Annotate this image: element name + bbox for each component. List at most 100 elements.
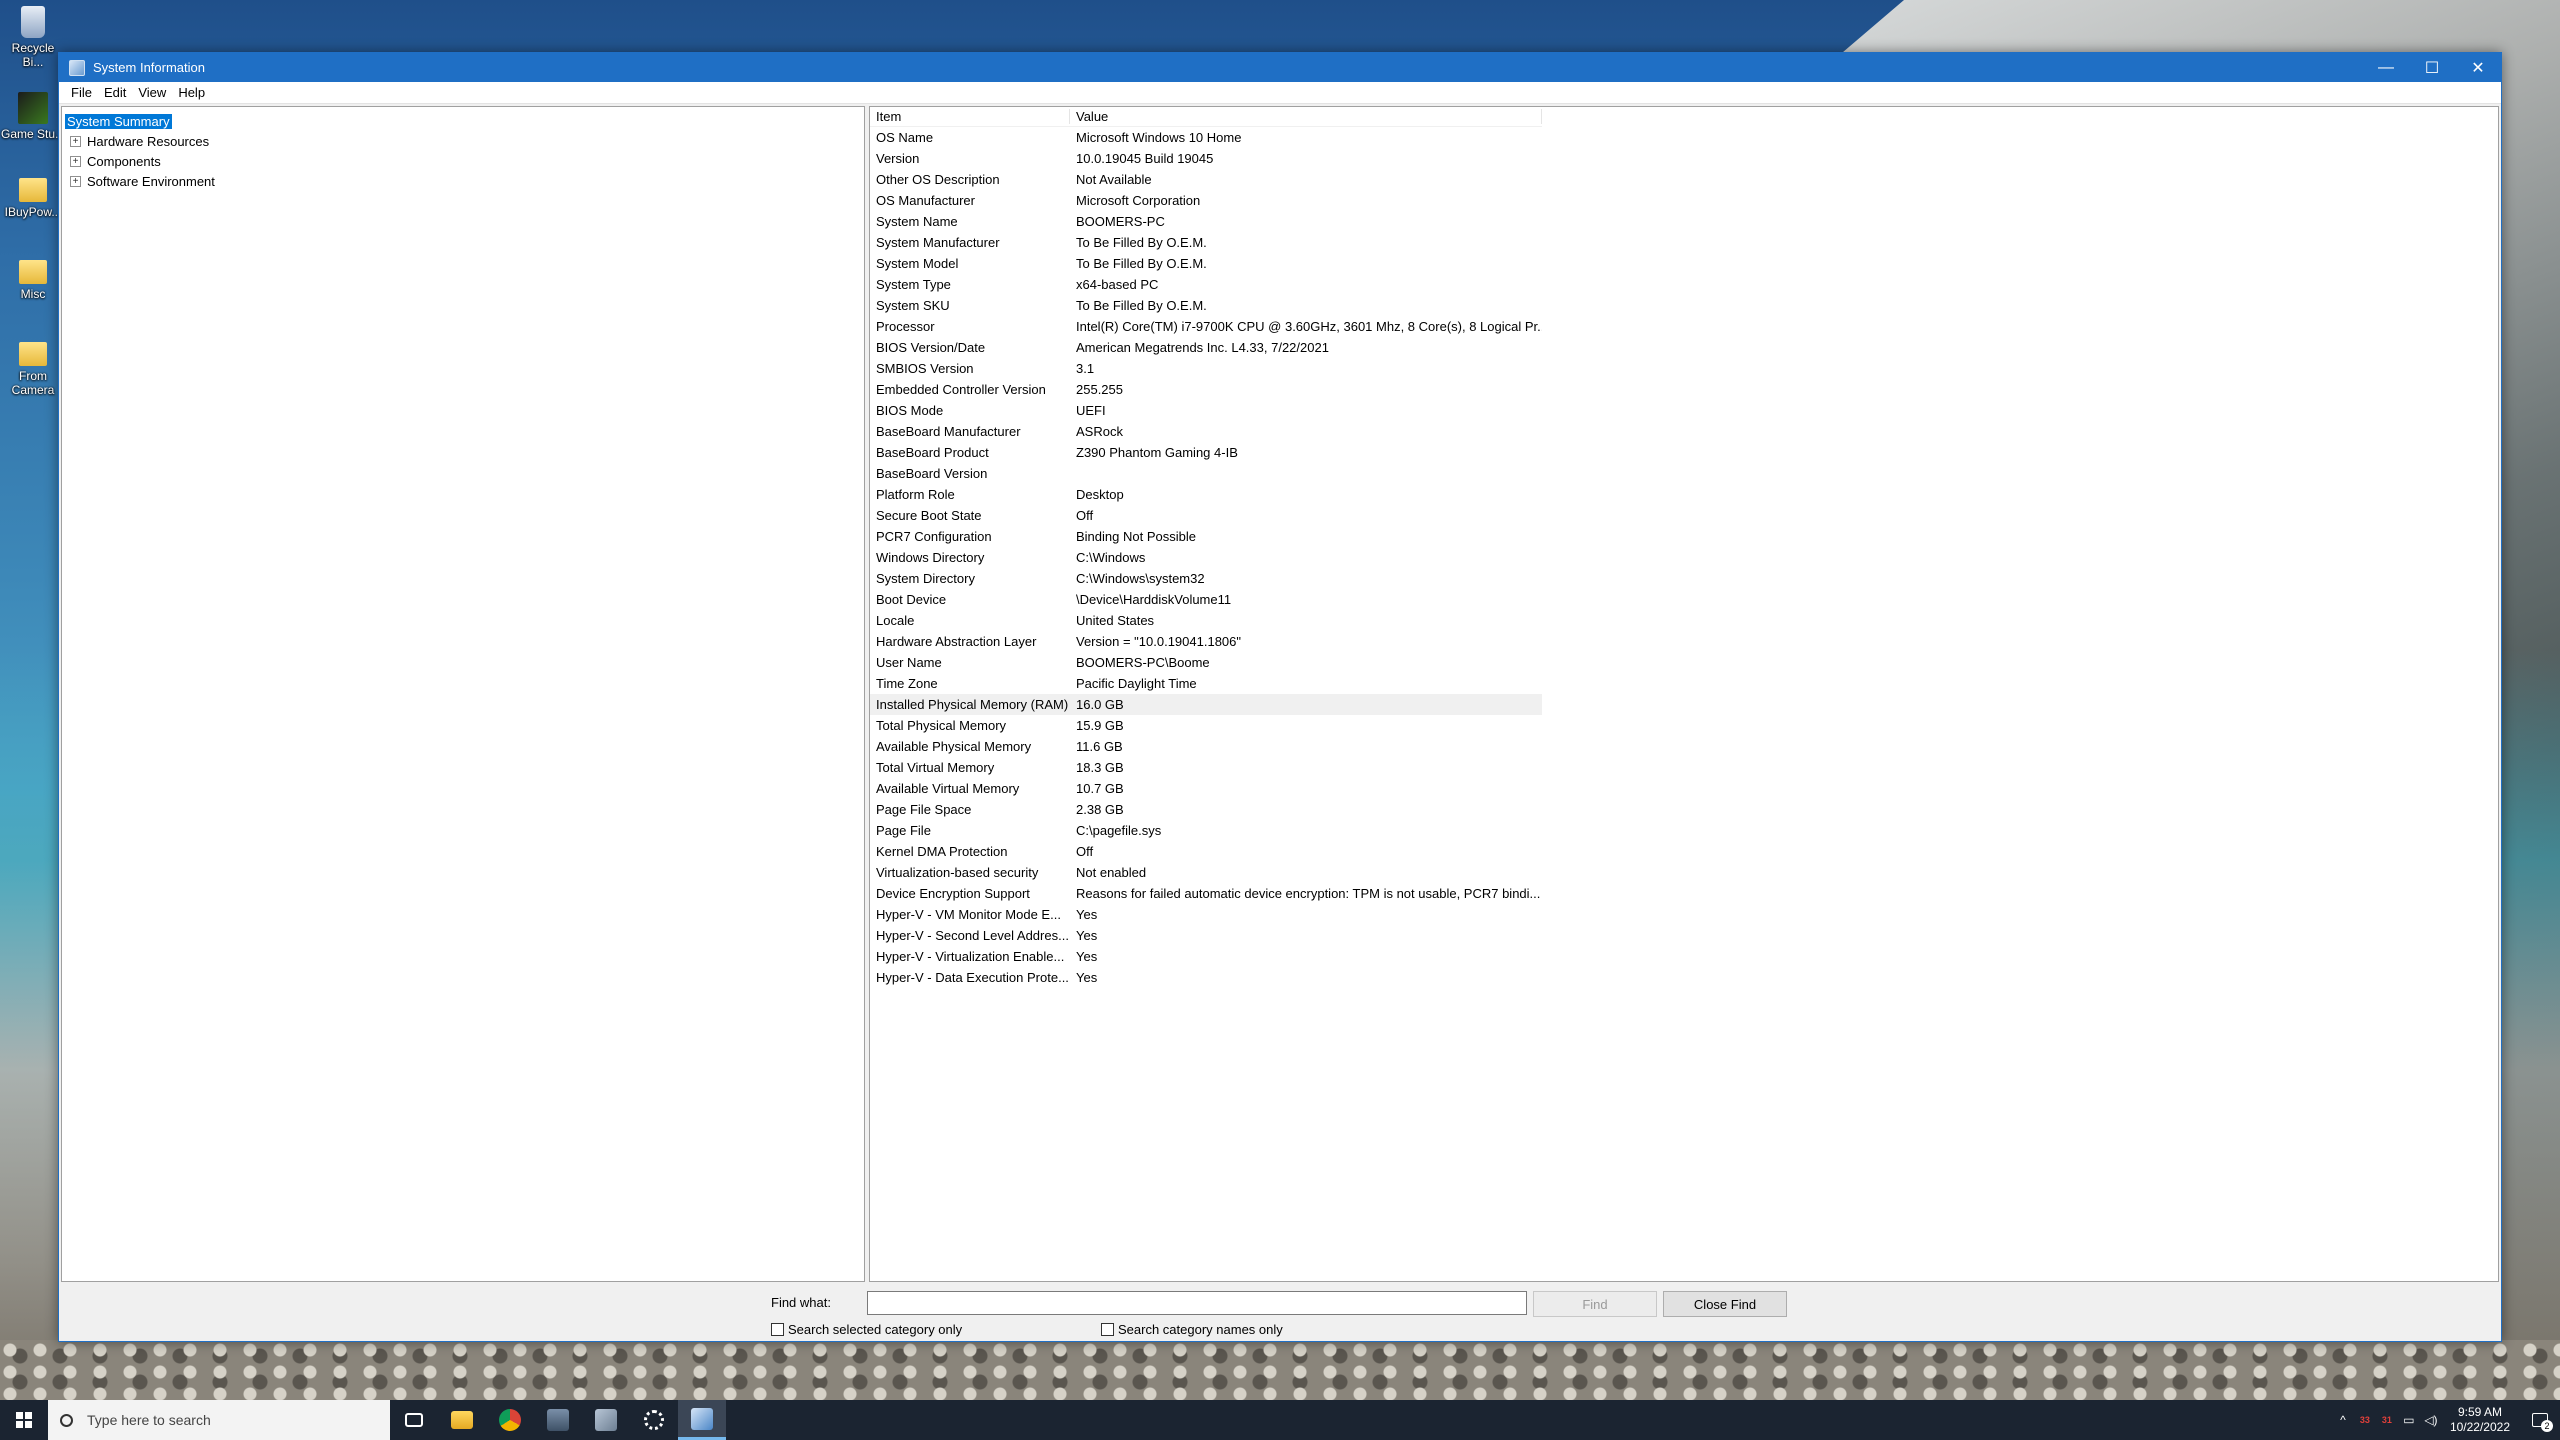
system-information-window: System Information — ☐ ✕ File Edit View … (58, 52, 2502, 1342)
list-item[interactable]: Device Encryption Support Reasons for fai… (870, 883, 1542, 904)
column-header-value[interactable]: Value (1070, 109, 1542, 124)
list-item[interactable]: Total Physical Memory 15.9 GB (870, 715, 1542, 736)
gpu-temp-indicator[interactable]: 31 (2376, 1415, 2398, 1425)
list-item[interactable]: Total Virtual Memory 18.3 GB (870, 757, 1542, 778)
minimize-button[interactable]: — (2363, 53, 2409, 82)
list-item-name: Platform Role (876, 487, 955, 502)
list-item[interactable]: BaseBoard Version (870, 463, 1542, 484)
expand-icon[interactable]: + (70, 135, 81, 147)
list-item[interactable]: System Type x64-based PC (870, 274, 1542, 295)
expand-icon[interactable]: + (70, 155, 81, 167)
close-button[interactable]: ✕ (2455, 53, 2501, 82)
list-item[interactable]: Boot Device \Device\HarddiskVolume11 (870, 589, 1542, 610)
desktop-icon-misc[interactable]: Misc (0, 254, 66, 301)
list-item[interactable]: SMBIOS Version 3.1 (870, 358, 1542, 379)
menu-help[interactable]: Help (172, 85, 211, 100)
list-item[interactable]: Kernel DMA Protection Off (870, 841, 1542, 862)
summary-list[interactable]: Item Value OS Name Microsoft Windows 10 H… (870, 107, 1542, 988)
list-item[interactable]: OS Manufacturer Microsoft Corporation (870, 190, 1542, 211)
desktop-icon-label: Recycle Bi... (11, 41, 55, 69)
list-item[interactable]: Page File Space 2.38 GB (870, 799, 1542, 820)
list-item[interactable]: Installed Physical Memory (RAM) 16.0 GB (870, 694, 1542, 715)
list-item[interactable]: BIOS Version/Date American Megatrends Inc… (870, 337, 1542, 358)
network-icon[interactable]: ▭ (2398, 1413, 2420, 1427)
list-item[interactable]: Windows Directory C:\Windows (870, 547, 1542, 568)
menu-view[interactable]: View (132, 85, 172, 100)
list-item[interactable]: BaseBoard Manufacturer ASRock (870, 421, 1542, 442)
folder-icon (19, 260, 47, 284)
desktop-icon-game-studio[interactable]: Game Stu... (0, 92, 66, 141)
list-item-value: Not enabled (1076, 865, 1147, 880)
list-item[interactable]: BIOS Mode UEFI (870, 400, 1542, 421)
taskbar-settings[interactable] (630, 1400, 678, 1440)
list-item[interactable]: Page File C:\pagefile.sys (870, 820, 1542, 841)
list-item[interactable]: Other OS Description Not Available (870, 169, 1542, 190)
taskbar-search-box[interactable]: Type here to search (48, 1400, 390, 1440)
list-item[interactable]: System Name BOOMERS-PC (870, 211, 1542, 232)
list-item[interactable]: OS Name Microsoft Windows 10 Home (870, 127, 1542, 148)
taskbar-calculator[interactable] (534, 1400, 582, 1440)
list-item[interactable]: Available Virtual Memory 10.7 GB (870, 778, 1542, 799)
list-item[interactable]: BaseBoard Product Z390 Phantom Gaming 4-I… (870, 442, 1542, 463)
taskbar-clock[interactable]: 9:59 AM 10/22/2022 (2450, 1405, 2510, 1435)
desktop-icon-from-camera[interactable]: From Camera (0, 336, 66, 397)
search-placeholder: Type here to search (87, 1412, 211, 1428)
desktop-icon-recycle-bin[interactable]: Recycle Bi... (0, 6, 66, 69)
list-item[interactable]: Hyper-V - Data Execution Prote... Yes (870, 967, 1542, 988)
find-button[interactable]: Find (1533, 1291, 1657, 1317)
list-item[interactable]: System SKU To Be Filled By O.E.M. (870, 295, 1542, 316)
list-item[interactable]: Hyper-V - Virtualization Enable... Yes (870, 946, 1542, 967)
menu-edit[interactable]: Edit (98, 85, 132, 100)
list-item-value: 3.1 (1076, 361, 1095, 376)
search-category-names-checkbox[interactable]: Search category names only (1101, 1322, 1283, 1337)
menu-file[interactable]: File (65, 85, 98, 100)
show-hidden-icons-chevron-icon[interactable]: ^ (2332, 1413, 2354, 1427)
expand-icon[interactable]: + (70, 175, 81, 187)
list-item[interactable]: System Model To Be Filled By O.E.M. (870, 253, 1542, 274)
column-header-item[interactable]: Item (870, 109, 1070, 124)
find-what-input[interactable] (867, 1291, 1527, 1315)
list-item[interactable]: Locale United States (870, 610, 1542, 631)
taskbar-photos[interactable] (582, 1400, 630, 1440)
list-item[interactable]: Available Physical Memory 11.6 GB (870, 736, 1542, 757)
search-selected-category-checkbox[interactable]: Search selected category only (771, 1322, 962, 1337)
maximize-button[interactable]: ☐ (2409, 53, 2455, 82)
category-tree[interactable]: System Summary + Hardware Resources + Co… (61, 106, 865, 1282)
recycle-bin-icon (21, 6, 45, 38)
action-center-button[interactable]: 2 (2520, 1400, 2560, 1440)
checkbox-box[interactable] (1101, 1323, 1114, 1336)
close-find-button[interactable]: Close Find (1663, 1291, 1787, 1317)
desktop-icon-ibuypower[interactable]: IBuyPow... (0, 172, 66, 219)
list-item[interactable]: User Name BOOMERS-PC\Boome (870, 652, 1542, 673)
list-item[interactable]: System Manufacturer To Be Filled By O.E.M… (870, 232, 1542, 253)
taskbar-file-explorer[interactable] (438, 1400, 486, 1440)
list-item[interactable]: Embedded Controller Version 255.255 (870, 379, 1542, 400)
list-item-value: Microsoft Corporation (1076, 193, 1201, 208)
tree-item-system-summary[interactable]: System Summary (65, 111, 861, 131)
list-item[interactable]: Hardware Abstraction Layer Version = "10.… (870, 631, 1542, 652)
taskbar-system-information[interactable] (678, 1400, 726, 1440)
volume-icon[interactable]: ◁) (2420, 1413, 2442, 1427)
list-item[interactable]: Virtualization-based security Not enabled (870, 862, 1542, 883)
tree-item-software-environment[interactable]: + Software Environment (65, 171, 861, 191)
list-item[interactable]: System Directory C:\Windows\system32 (870, 568, 1542, 589)
tree-item-components[interactable]: + Components (65, 151, 861, 171)
list-item-value: ASRock (1076, 424, 1123, 439)
task-view-button[interactable] (390, 1400, 438, 1440)
title-bar[interactable]: System Information — ☐ ✕ (59, 53, 2501, 82)
taskbar: Type here to search ^ 33 31 ▭ ◁) 9:59 AM… (0, 1400, 2560, 1440)
cpu-temp-indicator[interactable]: 33 (2354, 1415, 2376, 1425)
list-item[interactable]: Version 10.0.19045 Build 19045 (870, 148, 1542, 169)
checkbox-box[interactable] (771, 1323, 784, 1336)
start-button[interactable] (0, 1400, 48, 1440)
list-item[interactable]: Platform Role Desktop (870, 484, 1542, 505)
list-item[interactable]: Processor Intel(R) Core(TM) i7-9700K CPU … (870, 316, 1542, 337)
taskbar-chrome[interactable] (486, 1400, 534, 1440)
list-item[interactable]: Secure Boot State Off (870, 505, 1542, 526)
list-item[interactable]: Time Zone Pacific Daylight Time (870, 673, 1542, 694)
tree-item-hardware-resources[interactable]: + Hardware Resources (65, 131, 861, 151)
list-item[interactable]: Hyper-V - Second Level Addres... Yes (870, 925, 1542, 946)
folder-icon (19, 178, 47, 202)
list-item[interactable]: Hyper-V - VM Monitor Mode E... Yes (870, 904, 1542, 925)
list-item[interactable]: PCR7 Configuration Binding Not Possible (870, 526, 1542, 547)
